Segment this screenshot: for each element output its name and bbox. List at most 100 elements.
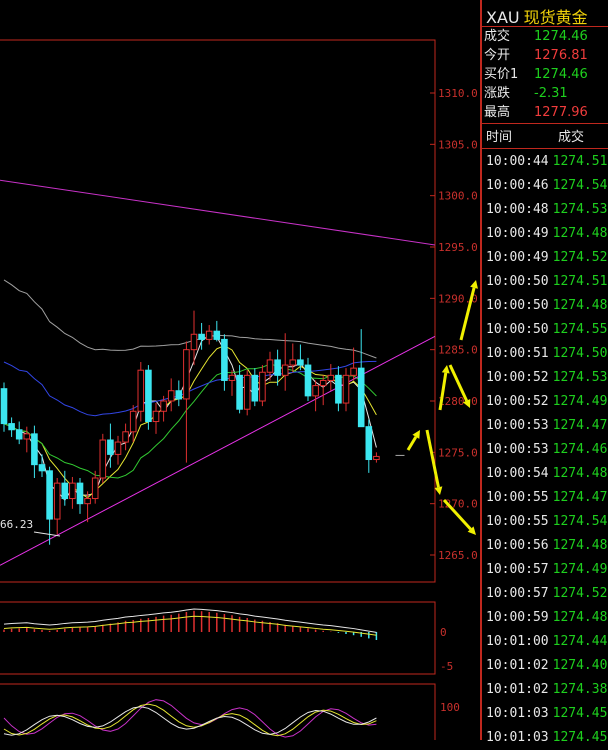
- tick-price: 1274.44: [552, 634, 608, 649]
- quote-value: 1276.81: [534, 48, 588, 63]
- tick-row: 10:00:50 1274.48: [486, 294, 607, 318]
- tick-price: 1274.53: [552, 202, 608, 217]
- quote-row-open: 今开 1276.81: [484, 46, 588, 65]
- tick-time: 10:00:55: [486, 514, 549, 529]
- tick-row: 10:00:52 1274.49: [486, 390, 607, 414]
- price-tick-label: 1310.0: [438, 87, 478, 100]
- tick-time: 10:00:50: [486, 298, 549, 313]
- candle-body: [335, 374, 342, 404]
- price-axis: 1310.01305.01300.01295.01290.01285.01280…: [438, 87, 478, 562]
- tick-price: 1274.55: [552, 322, 608, 337]
- quote-label: 买价1: [484, 67, 519, 82]
- instrument-symbol: XAU: [486, 8, 520, 27]
- quote-value: 1277.96: [534, 105, 588, 120]
- arrow-head: [434, 486, 443, 495]
- low-price-leader: [33, 531, 61, 537]
- candle-body: [152, 410, 160, 423]
- tick-price: 1274.48: [552, 466, 608, 481]
- tick-price: 1274.40: [552, 658, 608, 673]
- tick-price: 1274.51: [552, 154, 608, 169]
- tick-row: 10:00:57 1274.49: [486, 558, 607, 582]
- tick-price: 1274.51: [552, 274, 608, 289]
- tick-time: 10:00:57: [486, 562, 549, 577]
- oscillator-axis: 100: [440, 701, 460, 714]
- tick-row: 10:00:52 1274.53: [486, 366, 607, 390]
- quote-value: 1274.46: [534, 67, 588, 82]
- tick-time: 10:00:48: [486, 202, 549, 217]
- candle-body: [129, 410, 137, 433]
- arrow-shaft: [406, 436, 418, 451]
- tick-time: 10:01:00: [486, 634, 549, 649]
- tick-time: 10:00:57: [486, 586, 549, 601]
- candle-body: [205, 330, 213, 340]
- candle-body: [8, 423, 15, 431]
- tick-price: 1274.52: [552, 586, 608, 601]
- tick-row: 10:00:50 1274.51: [486, 270, 607, 294]
- tick-time: 10:01:02: [486, 682, 549, 697]
- candle-body: [99, 439, 107, 479]
- candle-body: [274, 359, 281, 376]
- tick-time: 10:01:02: [486, 658, 549, 673]
- candle-body: [373, 455, 380, 461]
- candle-body: [61, 482, 69, 500]
- tick-price: 1274.52: [552, 250, 608, 265]
- main-price-pane: 1310.01305.01300.01295.01290.01285.01280…: [0, 39, 478, 583]
- quote-panel: XAU 现货黄金 成交 1274.46 今开 1276.81 买价1 1274.46 涨…: [480, 0, 608, 745]
- tick-time: 10:00:44: [486, 154, 549, 169]
- quote-row-high: 最高 1277.96: [484, 103, 588, 122]
- tick-time: 10:01:03: [486, 706, 549, 721]
- ticks-header-time: 时间: [486, 130, 513, 145]
- tick-time: 10:00:50: [486, 322, 549, 337]
- candle-body: [304, 364, 312, 397]
- tick-price: 1274.46: [552, 442, 608, 457]
- instrument-title[interactable]: XAU 现货黄金: [486, 4, 588, 28]
- price-tick-label: 1305.0: [438, 138, 478, 151]
- tick-time: 10:00:49: [486, 250, 549, 265]
- tick-row: 10:01:02 1274.40: [486, 654, 607, 678]
- tick-price: 1274.53: [552, 370, 608, 385]
- kline-chart[interactable]: 1310.01305.01300.01295.01290.01285.01280…: [0, 0, 480, 740]
- low-price-label: 66.23: [0, 518, 33, 531]
- candle-body: [342, 374, 350, 404]
- candle-body: [281, 364, 289, 376]
- quote-label: 今开: [484, 48, 511, 63]
- candle-body: [350, 367, 357, 376]
- tick-time: 10:00:53: [486, 442, 549, 457]
- arrow-shaft: [425, 429, 440, 488]
- quote-label: 最高: [484, 105, 511, 120]
- candle-body: [122, 431, 129, 443]
- arrow-head: [441, 365, 450, 374]
- candle-body: [198, 333, 205, 340]
- candle-body: [23, 433, 31, 440]
- quote-row-bid: 买价1 1274.46: [484, 65, 588, 84]
- tick-price: 1274.49: [552, 394, 608, 409]
- tick-row: 10:00:53 1274.46: [486, 438, 607, 462]
- tick-price: 1274.48: [552, 538, 608, 553]
- tick-time: 10:00:50: [486, 274, 549, 289]
- tick-price: 1274.47: [552, 418, 608, 433]
- tick-row: 10:00:48 1274.53: [486, 198, 607, 222]
- candle-body: [365, 426, 373, 461]
- tick-row: 10:00:57 1274.52: [486, 582, 607, 606]
- candle-body: [175, 390, 183, 400]
- tick-row: 10:01:02 1274.38: [486, 678, 607, 702]
- macd-histogram: [3, 608, 378, 640]
- osc-line-purple: [3, 699, 377, 738]
- osc-line-yellow: [3, 703, 377, 737]
- candle-body: [0, 388, 8, 425]
- ma-yellow-line: [3, 345, 377, 499]
- tick-time: 10:00:46: [486, 178, 549, 193]
- tick-price: 1274.45: [552, 706, 608, 721]
- tick-row: 10:00:49 1274.52: [486, 246, 607, 270]
- tick-time: 10:01:03: [486, 730, 549, 745]
- candle-body: [145, 369, 152, 423]
- price-tick-label: 1275.0: [438, 446, 478, 459]
- tick-row: 10:00:49 1274.48: [486, 222, 607, 246]
- price-tick-label: 1280.0: [438, 395, 478, 408]
- instrument-name: 现货黄金: [523, 8, 588, 27]
- candle-body: [53, 482, 61, 520]
- tick-time: 10:00:51: [486, 346, 549, 361]
- candle-body: [38, 464, 46, 472]
- candle-body: [289, 359, 297, 366]
- tick-row: 10:00:53 1274.47: [486, 414, 607, 438]
